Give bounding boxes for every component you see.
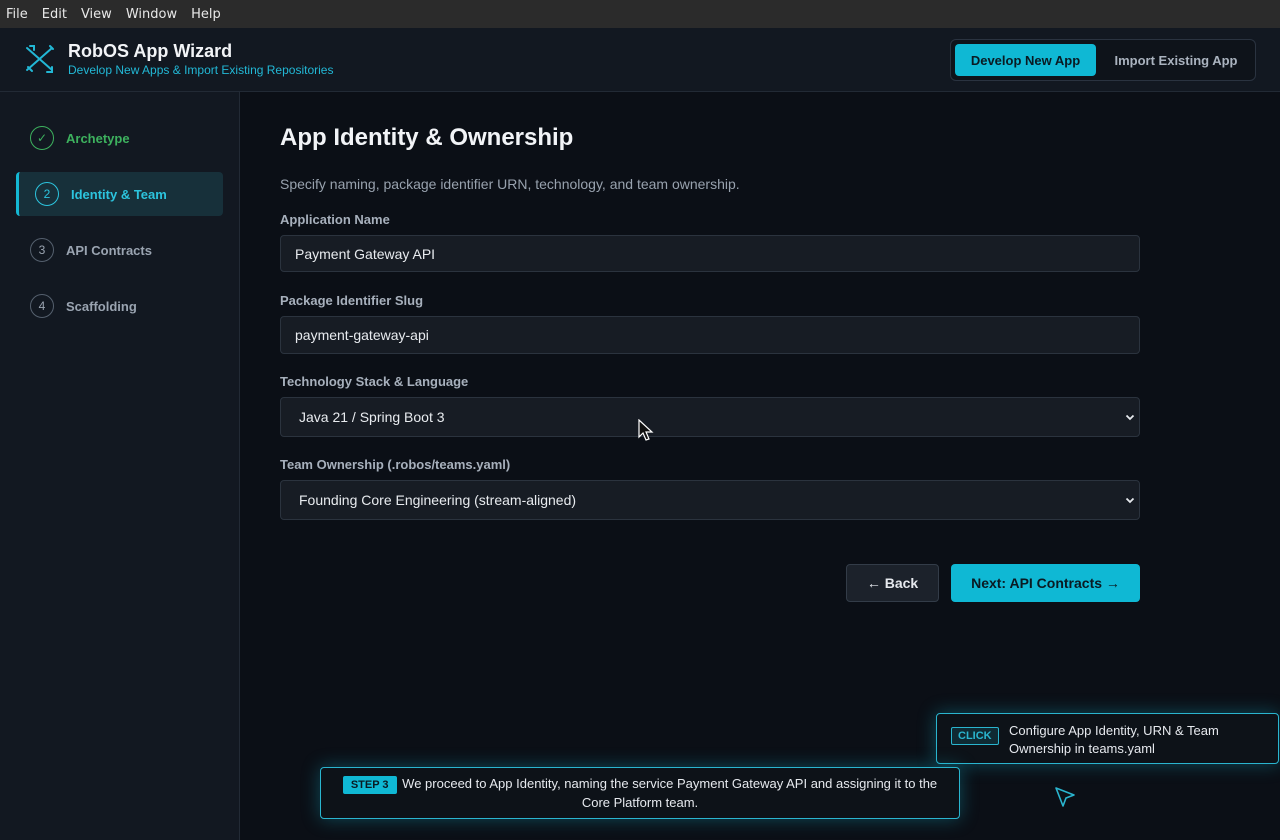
team-select[interactable]: Founding Core Engineering (stream-aligne… [280, 480, 1140, 520]
step-label: API Contracts [66, 242, 152, 258]
team-select-value: Founding Core Engineering (stream-aligne… [299, 492, 577, 508]
step-label: Scaffolding [66, 298, 137, 314]
step-number: 4 [30, 294, 54, 318]
menu-file[interactable]: File [6, 7, 28, 22]
menu-window[interactable]: Window [126, 7, 177, 22]
step-archetype[interactable]: ✓ Archetype [16, 116, 223, 160]
slug-input[interactable] [280, 316, 1140, 354]
slug-label: Package Identifier Slug [280, 293, 424, 308]
step-identity-team[interactable]: 2 Identity & Team [16, 172, 223, 216]
chevron-down-icon [1125, 497, 1135, 504]
menu-view[interactable]: View [81, 7, 112, 22]
app-header: RobOS App Wizard Develop New Apps & Impo… [0, 28, 1280, 92]
step-api-contracts[interactable]: 3 API Contracts [16, 228, 223, 272]
team-label: Team Ownership (.robos/teams.yaml) [280, 457, 511, 472]
check-icon: ✓ [30, 126, 54, 150]
agent-pointer-icon [1055, 787, 1075, 807]
page-title: App Identity & Ownership [280, 124, 574, 151]
next-api-contracts-button[interactable]: Next: API Contracts → [951, 564, 1140, 602]
stack-select-value: Java 21 / Spring Boot 3 [299, 409, 445, 425]
step-number: 2 [35, 182, 59, 206]
step-badge: STEP 3 [342, 776, 397, 794]
stack-select[interactable]: Java 21 / Spring Boot 3 [280, 397, 1140, 437]
click-badge: CLICK [951, 727, 999, 745]
page-description: Specify naming, package identifier URN, … [280, 176, 740, 192]
menu-bar: File Edit View Window Help [0, 0, 1280, 28]
app-title: RobOS App Wizard [68, 41, 233, 61]
step-annotation-tooltip: STEP 3 We proceed to App Identity, namin… [320, 767, 960, 819]
step-label: Identity & Team [71, 186, 167, 202]
click-annotation-tooltip: CLICK Configure App Identity, URN & Team… [936, 713, 1279, 764]
stack-label: Technology Stack & Language [280, 374, 469, 389]
develop-new-app-button[interactable]: Develop New App [955, 44, 1096, 76]
mouse-cursor-icon [638, 419, 654, 441]
menu-help[interactable]: Help [191, 7, 221, 22]
step-label: Archetype [66, 130, 130, 146]
mode-toggle: Develop New App Import Existing App [950, 39, 1256, 81]
app-name-input[interactable] [280, 235, 1140, 272]
app-name-label: Application Name [280, 212, 390, 227]
step-annotation-text: We proceed to App Identity, naming the s… [402, 776, 938, 810]
robot-arm-icon [26, 45, 54, 73]
click-annotation-text: Configure App Identity, URN & Team Owner… [1009, 723, 1219, 756]
wizard-steps-sidebar: ✓ Archetype 2 Identity & Team 3 API Cont… [0, 92, 240, 840]
app-subtitle: Develop New Apps & Import Existing Repos… [68, 63, 334, 77]
back-button[interactable]: ← Back [846, 564, 939, 602]
step-scaffolding[interactable]: 4 Scaffolding [16, 284, 223, 328]
import-existing-app-button[interactable]: Import Existing App [1101, 44, 1251, 76]
chevron-down-icon [1125, 414, 1135, 421]
menu-edit[interactable]: Edit [42, 7, 67, 22]
step-number: 3 [30, 238, 54, 262]
